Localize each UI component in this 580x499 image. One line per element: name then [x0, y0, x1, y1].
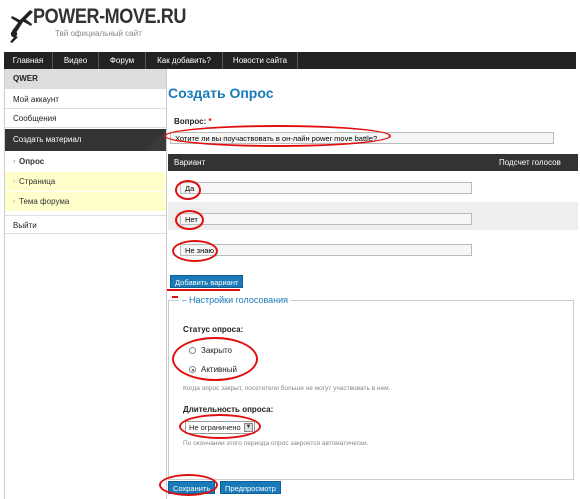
- chevron-right-icon: ›: [13, 198, 16, 205]
- choice-row: Не знаю: [168, 237, 578, 265]
- sidebar: QWER Мой аккаунт Сообщения Создать матер…: [4, 69, 167, 499]
- choice-input[interactable]: Да: [180, 182, 472, 194]
- required-mark: *: [208, 117, 212, 126]
- main-nav: Главная Видео Форум Как добавить? Новост…: [4, 52, 576, 69]
- page-title: Создать Опрос: [168, 85, 274, 101]
- settings-legend: – Настройки голосования: [179, 295, 292, 305]
- annotation-underline-add-choice: [167, 289, 240, 291]
- nav-video[interactable]: Видео: [53, 52, 99, 69]
- duration-help-text: По окончании этого периода опрос закроет…: [183, 440, 369, 447]
- status-help-text: Когда опрос закрыт, посетители больше не…: [183, 385, 391, 392]
- annotation-circle-choice-yes: [175, 180, 201, 200]
- site-header: POWER-MOVE.RU Твй официальный сайт: [0, 0, 580, 50]
- site-logo-subtitle: Твй официальный сайт: [55, 29, 142, 38]
- sidebar-item-messages[interactable]: Сообщения: [5, 109, 166, 128]
- annotation-circle-save: [159, 474, 218, 496]
- sidebar-item-logout[interactable]: Выйти: [5, 215, 166, 234]
- sidebar-section-label: Создать материал: [13, 135, 82, 144]
- annotation-circle-choice-no: [175, 210, 204, 230]
- choice-row: Да: [168, 172, 578, 200]
- sidebar-item-label: Тема форума: [19, 197, 70, 206]
- section-corner-decoration: [144, 129, 166, 151]
- site-logo-title[interactable]: POWER-MOVE.RU: [33, 5, 186, 29]
- annotation-circle-choice-dontknow: [172, 240, 218, 262]
- sidebar-item-forum-topic[interactable]: › Тема форума: [5, 192, 166, 211]
- breakdancer-logo-icon[interactable]: [6, 4, 36, 44]
- chevron-right-icon: ›: [13, 158, 16, 165]
- annotation-circle-status: [172, 337, 258, 381]
- chevron-right-icon: ›: [13, 178, 16, 185]
- add-choice-button[interactable]: Добавить вариант: [170, 275, 244, 288]
- nav-home[interactable]: Главная: [4, 52, 53, 69]
- preview-button[interactable]: Предпросмотр: [220, 481, 281, 494]
- settings-legend-text: Настройки голосования: [188, 295, 289, 305]
- choice-row: Нет: [168, 202, 578, 230]
- choices-table-header: Вариант Подсчет голосов: [168, 154, 578, 171]
- poll-status-label: Статус опроса:: [183, 325, 244, 334]
- sidebar-item-label: Страница: [19, 177, 56, 186]
- annotation-circle-question: [164, 125, 391, 147]
- question-label-text: Вопрос:: [174, 117, 207, 126]
- nav-forum[interactable]: Форум: [99, 52, 146, 69]
- sidebar-section-create-content[interactable]: Создать материал: [5, 129, 166, 151]
- voting-settings-fieldset: – Настройки голосования Статус опроса: З…: [168, 295, 574, 480]
- sidebar-item-poll[interactable]: › Опрос: [5, 152, 166, 171]
- sidebar-item-my-account[interactable]: Мой аккаунт: [5, 90, 166, 109]
- choice-input[interactable]: Не знаю: [180, 244, 472, 256]
- sidebar-item-page[interactable]: › Страница: [5, 172, 166, 191]
- question-label: Вопрос: *: [174, 117, 212, 126]
- choice-input[interactable]: Нет: [180, 213, 472, 225]
- sidebar-username: QWER: [5, 69, 166, 89]
- nav-how-to-add[interactable]: Как добавить?: [146, 52, 223, 69]
- annotation-underline-legend-toggle: [172, 296, 178, 298]
- sidebar-item-label: Опрос: [19, 157, 45, 166]
- col-variant: Вариант: [174, 158, 206, 167]
- annotation-circle-duration: [179, 414, 261, 439]
- nav-site-news[interactable]: Новости сайта: [223, 52, 298, 69]
- poll-duration-label: Длительность опроса:: [183, 405, 274, 414]
- col-vote-count: Подсчет голосов: [499, 158, 561, 167]
